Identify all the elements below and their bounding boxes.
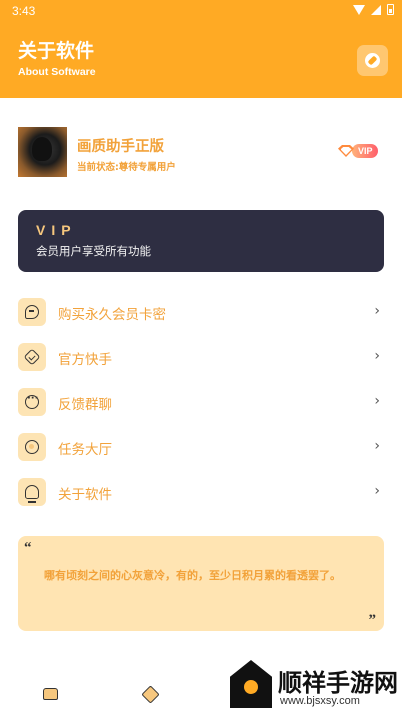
dots-icon	[18, 388, 46, 416]
badge-check-icon	[18, 343, 46, 371]
quote-close-icon: ”	[368, 612, 377, 628]
nav-favorite[interactable]	[138, 682, 162, 706]
wifi-icon	[353, 4, 365, 15]
profile-status: 当前状态:尊待专属用户	[77, 162, 176, 173]
watermark-text: 顺祥手游网	[278, 669, 398, 697]
menu-item-label: 购买永久会员卡密	[58, 307, 166, 323]
vip-badge: VIP	[338, 144, 378, 158]
page-title: 关于软件	[18, 40, 95, 62]
menu-item-buy-card[interactable]: 购买永久会员卡密 ›	[18, 296, 384, 328]
favorite-icon	[140, 684, 160, 704]
menu-item-label: 任务大厅	[58, 442, 112, 458]
menu-item-feedback-group[interactable]: 反馈群聊 ›	[18, 386, 384, 418]
chevron-right-icon: ›	[374, 348, 380, 364]
vip-badge-label: VIP	[352, 144, 378, 158]
profile-name: 画质助手正版	[77, 139, 164, 155]
about-icon	[18, 478, 46, 506]
chevron-right-icon: ›	[374, 393, 380, 409]
menu-item-task-hall[interactable]: 任务大厅 ›	[18, 431, 384, 463]
quote-text: 哪有顷刻之间的心灰意冷，有的，至少日积月累的看透罢了。	[44, 569, 341, 582]
menu-item-official-kuaishou[interactable]: 官方快手 ›	[18, 341, 384, 373]
watermark-logo	[230, 660, 272, 708]
compass-icon	[365, 53, 380, 68]
page-subtitle: About Software	[18, 66, 96, 78]
vip-card[interactable]: VIP 会员用户享受所有功能	[18, 210, 384, 272]
header: 3:43 关于软件 About Software	[0, 0, 402, 98]
home-icon	[42, 688, 58, 700]
status-time: 3:43	[12, 4, 36, 18]
chevron-right-icon: ›	[374, 438, 380, 454]
profile-section[interactable]: 画质助手正版 当前状态:尊待专属用户 VIP	[18, 127, 384, 177]
avatar	[18, 127, 67, 177]
menu-item-about[interactable]: 关于软件 ›	[18, 476, 384, 508]
watermark-url: www.bjsxsy.com	[280, 695, 360, 707]
compass-button[interactable]	[357, 45, 388, 76]
watermark: 顺祥手游网 www.bjsxsy.com	[228, 656, 402, 716]
diamond-icon	[338, 145, 354, 157]
signal-icon	[371, 4, 381, 15]
status-bar: 3:43	[0, 0, 402, 22]
vip-card-description: 会员用户享受所有功能	[36, 244, 151, 258]
chat-icon	[18, 298, 46, 326]
chevron-right-icon: ›	[374, 303, 380, 319]
chevron-right-icon: ›	[374, 483, 380, 499]
nav-home[interactable]	[38, 682, 62, 706]
menu-item-label: 关于软件	[58, 487, 112, 503]
quote-card: “ 哪有顷刻之间的心灰意冷，有的，至少日积月累的看透罢了。 ”	[18, 536, 384, 631]
vip-card-title: VIP	[36, 222, 77, 238]
battery-icon	[387, 4, 394, 15]
menu-item-label: 官方快手	[58, 352, 112, 368]
quote-open-icon: “	[24, 540, 32, 556]
status-icons	[353, 4, 394, 15]
task-icon	[18, 433, 46, 461]
menu-item-label: 反馈群聊	[58, 397, 112, 413]
